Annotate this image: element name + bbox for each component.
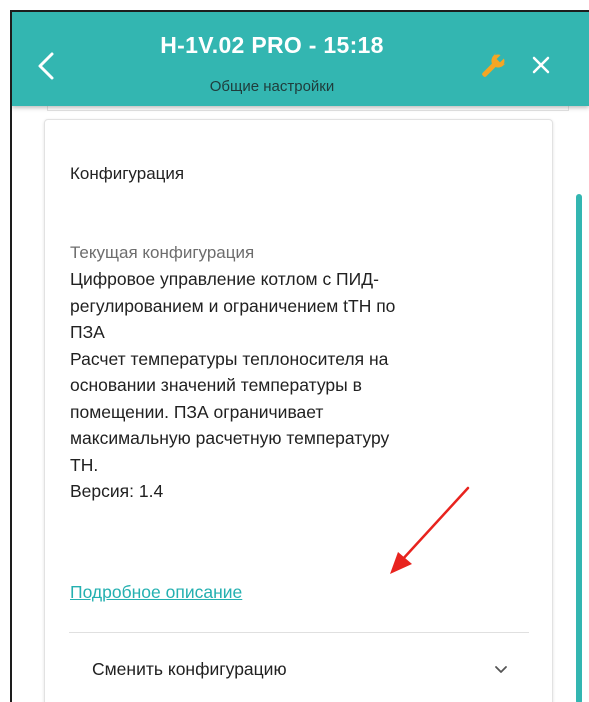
page-subtitle: Общие настройки <box>209 78 335 95</box>
settings-button[interactable] <box>477 50 509 82</box>
previous-card-edge <box>47 106 569 111</box>
config-line: регулированием и ограничением tTH по <box>70 295 396 316</box>
current-config-label: Текущая конфигурация <box>70 243 255 262</box>
back-arrow-icon <box>38 52 54 80</box>
config-line: Цифровое управление котлом с ПИД- <box>70 269 379 289</box>
change-configuration-dropdown[interactable]: Сменить конфигурацию <box>69 640 529 700</box>
back-button[interactable] <box>32 46 62 86</box>
config-line: Расчет температуры теплоносителя на <box>70 348 389 369</box>
device-title: H-1V.02 PRO - 15:18 <box>160 32 384 58</box>
config-line: помещении. ПЗА ограничивает <box>70 401 324 422</box>
chevron-down-icon <box>495 666 507 673</box>
config-description: Цифровое управление котлом с ПИД- регули… <box>70 266 538 505</box>
detailed-description-link[interactable]: Подробное описание <box>70 582 242 603</box>
annotation-arrow-icon <box>390 486 470 574</box>
close-icon <box>532 56 550 74</box>
config-line: максимальную расчетную температуру <box>70 428 390 448</box>
config-line: ТН. <box>70 454 99 475</box>
close-button[interactable] <box>530 54 552 76</box>
card-title: Конфигурация <box>70 164 185 183</box>
scrollbar[interactable] <box>576 194 582 702</box>
app-header: H-1V.02 PRO - 15:18 Общие настройки <box>12 12 589 106</box>
divider <box>69 632 529 633</box>
config-line: основании значений температуры в <box>70 375 362 395</box>
wrench-icon <box>482 52 507 77</box>
app-window: H-1V.02 PRO - 15:18 Общие настройки Конф… <box>10 10 589 702</box>
change-configuration-label: Сменить конфигурацию <box>92 659 287 679</box>
settings-content: Конфигурация Текущая конфигурация Цифров… <box>12 106 589 702</box>
configuration-card: Конфигурация Текущая конфигурация Цифров… <box>44 119 553 702</box>
config-line: ПЗА <box>70 322 105 342</box>
